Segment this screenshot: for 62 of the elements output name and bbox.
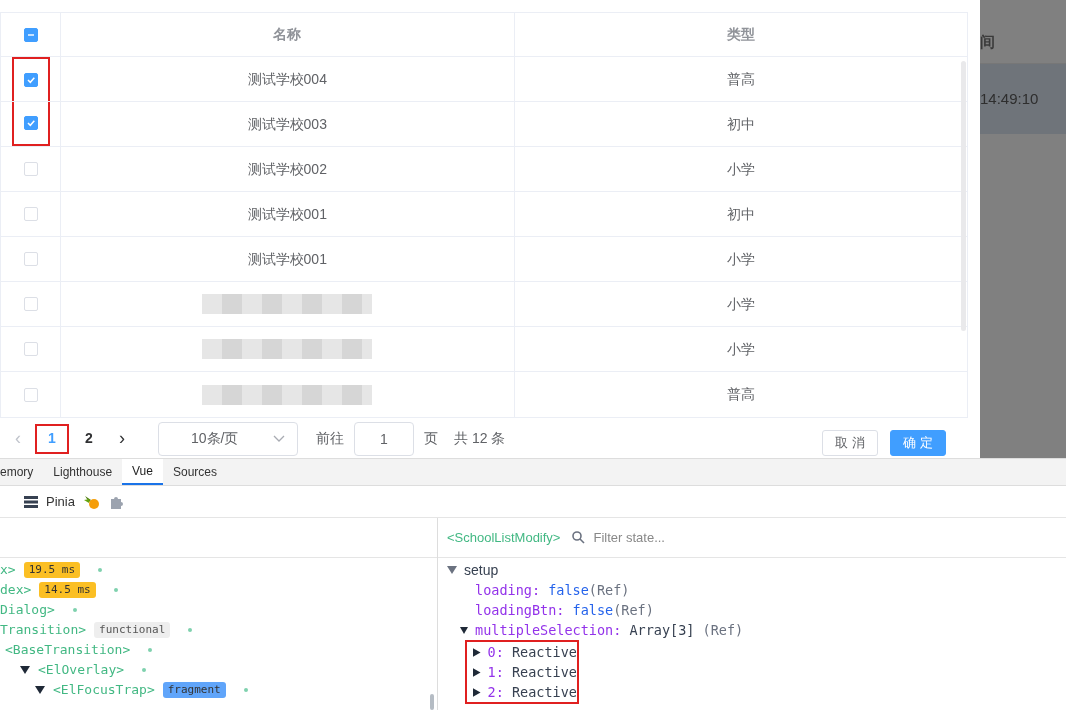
store-list-icon[interactable] [24, 495, 38, 508]
component-badge: 14.5 ms [39, 581, 96, 599]
table-cell-text: 普高 [726, 69, 755, 89]
component-badge: fragment [162, 681, 226, 699]
cancel-button[interactable]: 取 消 [822, 429, 878, 456]
expanded-arrow-icon[interactable] [35, 686, 45, 694]
next-page-button[interactable]: › [114, 425, 130, 452]
table-cell-text: 小学 [726, 294, 755, 314]
table-row[interactable]: 小学 [1, 282, 967, 327]
table-cell-text: 测试学校001 [247, 204, 327, 224]
table-cell-text: 初中 [726, 114, 755, 134]
devtools-tab[interactable]: Vue [122, 459, 163, 485]
table-cell-text: 测试学校002 [247, 159, 327, 179]
expanded-arrow-icon[interactable] [20, 666, 30, 674]
page-number[interactable]: 2 [72, 423, 106, 454]
goto-label: 前往 [316, 429, 344, 448]
page-size-select[interactable]: 10条/页 [158, 421, 298, 456]
component-badge: 19.5 ms [23, 561, 80, 579]
table-cell-text: 小学 [726, 339, 755, 359]
scrollbar[interactable] [430, 694, 434, 710]
table-cell-text: 小学 [726, 159, 755, 179]
table-row[interactable]: 小学 [1, 327, 967, 372]
section-title[interactable]: setup [464, 559, 499, 581]
table-cell-text: 测试学校001 [247, 249, 327, 269]
devtools-tab[interactable]: Lighthouse [43, 459, 123, 485]
state-field[interactable]: 0: Reactive [487, 641, 577, 663]
checkbox[interactable] [23, 27, 38, 42]
table-cell-text: 14:49:10 [980, 88, 1039, 109]
table-cell-text: 测试学校004 [247, 69, 327, 89]
state-field[interactable]: multipleSelection: Array[3] (Ref) [475, 619, 744, 641]
table-cell-text: 初中 [726, 204, 755, 224]
chevron-down-icon [273, 434, 285, 443]
checkbox[interactable] [23, 73, 38, 87]
collapsed-arrow-icon[interactable] [473, 647, 481, 657]
devtools-tab[interactable]: emory [0, 459, 44, 485]
page-unit-label: 页 [424, 429, 438, 448]
state-field[interactable]: 2: Reactive [487, 681, 577, 703]
column-header: 类型 [725, 25, 756, 44]
table-cell-text: 测试学校003 [247, 114, 327, 134]
component-badge: functional [94, 621, 171, 639]
pinia-label[interactable]: Pinia [46, 491, 75, 512]
table-row[interactable]: 普高 [1, 372, 967, 417]
column-header: 间 [980, 32, 995, 53]
collapsed-arrow-icon[interactable] [473, 687, 481, 697]
filter-field[interactable]: Filter state... [593, 527, 794, 548]
check-icon [25, 75, 36, 85]
collapsed-arrow-icon[interactable] [473, 667, 481, 677]
search-icon [572, 531, 586, 544]
devtools-tab[interactable]: Sources [162, 459, 227, 485]
state-field[interactable]: 1: Reactive [487, 661, 577, 683]
column-header: 名称 [61, 13, 515, 56]
check-icon [25, 118, 36, 128]
total-count: 共 12 条 [454, 429, 506, 448]
component-name: <SchoolListModify> [447, 528, 561, 547]
table-cell-text: 普高 [726, 385, 755, 404]
checkbox[interactable] [23, 116, 38, 130]
state-field[interactable]: loading: false(Ref) [475, 579, 630, 601]
page-input[interactable]: 1 [354, 421, 414, 456]
expanded-arrow-icon[interactable] [460, 625, 468, 635]
table-cell-text: 小学 [726, 249, 755, 269]
pineapple-icon [82, 493, 101, 510]
state-field[interactable]: loadingBtn: false(Ref) [475, 599, 654, 621]
